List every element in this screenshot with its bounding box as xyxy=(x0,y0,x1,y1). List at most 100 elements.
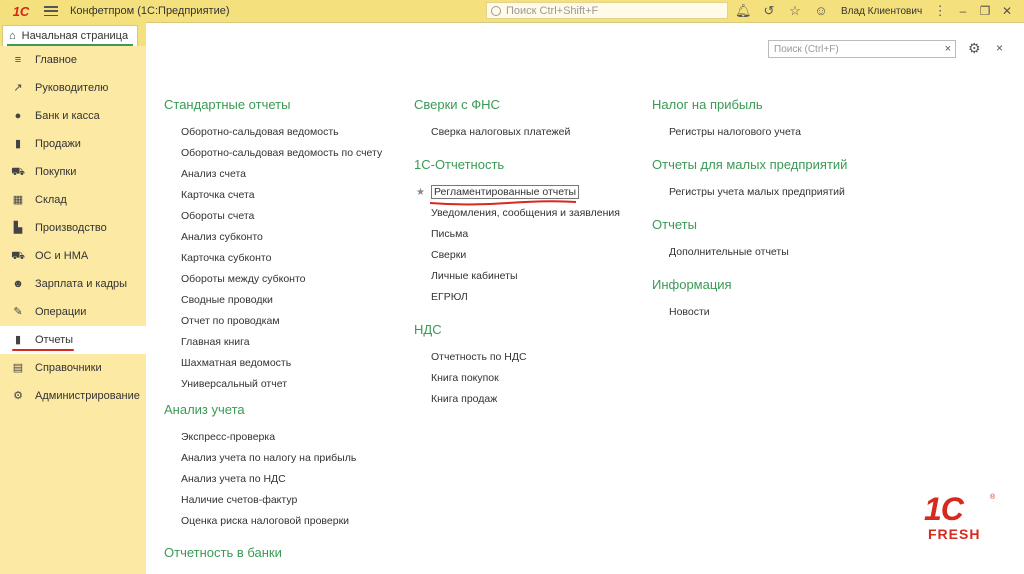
column-tax: Налог на прибыль Регистры налогового уче… xyxy=(652,96,847,323)
sidebar-item-admin[interactable]: ⚙ Администрирование xyxy=(0,382,146,410)
report-link[interactable]: Главная книга xyxy=(164,332,382,353)
sidebar-item-label: Зарплата и кадры xyxy=(35,278,128,290)
app-title: Конфетпром (1С:Предприятие) xyxy=(70,5,230,17)
title-bar: 1С Конфетпром (1С:Предприятие) Поиск Ctr… xyxy=(0,0,1024,22)
truck-icon: ⛟ xyxy=(11,250,25,262)
menu-icon[interactable] xyxy=(44,6,58,16)
tab-home-label: Начальная страница xyxy=(21,30,129,42)
sidebar-item-label: Отчеты xyxy=(35,334,74,346)
sidebar-item-label: Операции xyxy=(35,306,87,318)
pencil-icon: ✎ xyxy=(13,306,23,318)
history-icon[interactable]: ↺ xyxy=(761,3,777,19)
report-link[interactable]: Шахматная ведомость xyxy=(164,353,382,374)
report-link-regulated[interactable]: ★ Регламентированные отчеты xyxy=(414,182,620,206)
sidebar: ≡ Главное ↗ Руководителю ● Банк и касса ▮ Пр… xyxy=(0,46,146,574)
report-link[interactable]: Карточка счета xyxy=(164,185,382,206)
sidebar-item-label: ОС и НМА xyxy=(35,250,89,262)
user-name[interactable]: Влад Клиентович xyxy=(841,6,922,17)
home-icon: ⌂ xyxy=(9,30,16,42)
factory-icon: ▙ xyxy=(13,222,23,234)
report-link[interactable]: Наличие счетов-фактур xyxy=(164,490,382,511)
sidebar-item-main[interactable]: ≡ Главное xyxy=(0,46,146,74)
report-link[interactable]: Отчет по проводкам xyxy=(164,311,382,332)
section-title-small: Отчеты для малых предприятий xyxy=(652,157,848,172)
report-link[interactable]: Уведомления, сообщения и заявления xyxy=(414,203,620,224)
sidebar-item-label: Склад xyxy=(35,194,67,206)
coin-icon: ● xyxy=(14,110,22,122)
close-panel-icon[interactable]: × xyxy=(996,41,1003,55)
section-title-banks: Отчетность в банки xyxy=(164,545,282,560)
sidebar-item-purchases[interactable]: ⛟ Покупки xyxy=(0,158,146,186)
report-link[interactable]: Анализ счета xyxy=(164,164,382,185)
report-link[interactable]: Регистры налогового учета xyxy=(652,122,847,143)
section-title-profit: Налог на прибыль xyxy=(652,97,763,112)
report-link[interactable]: Анализ субконто xyxy=(164,227,382,248)
report-link[interactable]: Книга покупок xyxy=(414,368,620,389)
report-link[interactable]: Оценка риска налоговой проверки xyxy=(164,511,382,532)
trend-icon: ↗ xyxy=(13,82,23,94)
report-link[interactable]: Карточка субконто xyxy=(164,248,382,269)
sidebar-item-assets[interactable]: ⛟ ОС и НМА xyxy=(0,242,146,270)
gear-icon: ⚙ xyxy=(13,390,23,402)
red-underline-marker xyxy=(12,349,74,351)
report-link[interactable]: Сверка налоговых платежей xyxy=(414,122,620,143)
user-icon[interactable]: ☺ xyxy=(813,3,829,19)
report-link[interactable]: Анализ учета по налогу на прибыль xyxy=(164,448,382,469)
report-link[interactable]: Книга продаж xyxy=(414,389,620,410)
panel-search-input[interactable]: Поиск (Ctrl+F) × xyxy=(768,40,956,58)
global-search-input[interactable]: Поиск Ctrl+Shift+F xyxy=(486,2,728,19)
section-title-reports: Отчеты xyxy=(652,217,697,232)
tab-home[interactable]: ⌂ Начальная страница xyxy=(2,25,138,46)
bell-icon[interactable]: 🔔︎ xyxy=(735,3,752,19)
report-link-label: Регламентированные отчеты xyxy=(431,185,580,199)
sidebar-item-label: Справочники xyxy=(35,362,102,374)
books-icon: ▤ xyxy=(12,362,24,374)
report-link[interactable]: Оборотно-сальдовая ведомость по счету xyxy=(164,143,382,164)
settings-gear-icon[interactable]: ⚙ xyxy=(968,40,981,57)
report-link[interactable]: Отчетность по НДС xyxy=(414,347,620,368)
sidebar-item-warehouse[interactable]: ▦ Склад xyxy=(0,186,146,214)
report-link[interactable]: Анализ учета по НДС xyxy=(164,469,382,490)
sidebar-item-reports[interactable]: ▮ Отчеты xyxy=(0,326,146,354)
fresh-logo-mark: 1С xyxy=(924,491,964,527)
sidebar-item-label: Продажи xyxy=(35,138,81,150)
sidebar-item-salary[interactable]: ☻ Зарплата и кадры xyxy=(0,270,146,298)
report-link[interactable]: Личные кабинеты xyxy=(414,266,620,287)
column-reporting: Сверки с ФНС Сверка налоговых платежей 1… xyxy=(414,96,620,410)
report-link[interactable]: Экспресс-проверка xyxy=(164,427,382,448)
bag-icon: ▮ xyxy=(14,138,22,150)
section-title-standard: Стандартные отчеты xyxy=(164,97,291,112)
report-link[interactable]: Обороты между субконто xyxy=(164,269,382,290)
close-window-icon[interactable]: ✕ xyxy=(996,3,1018,19)
more-icon[interactable]: ⋮ xyxy=(932,3,948,19)
star-icon[interactable]: ☆ xyxy=(787,3,803,19)
section-title-1c-reporting: 1С-Отчетность xyxy=(414,157,505,172)
report-link[interactable]: Письма xyxy=(414,224,620,245)
app-logo: 1С xyxy=(12,3,30,19)
sidebar-item-bank[interactable]: ● Банк и касса xyxy=(0,102,146,130)
report-link[interactable]: Регистры учета малых предприятий xyxy=(652,182,847,203)
report-link[interactable]: Обороты счета xyxy=(164,206,382,227)
minimize-icon[interactable]: – xyxy=(952,3,974,19)
sidebar-item-production[interactable]: ▙ Производство xyxy=(0,214,146,242)
restore-icon[interactable]: ❐ xyxy=(974,3,996,19)
sidebar-item-operations[interactable]: ✎ Операции xyxy=(0,298,146,326)
sidebar-item-manager[interactable]: ↗ Руководителю xyxy=(0,74,146,102)
clear-icon[interactable]: × xyxy=(945,43,951,55)
column-standard: Стандартные отчеты Оборотно-сальдовая ве… xyxy=(164,96,382,570)
sidebar-item-sales[interactable]: ▮ Продажи xyxy=(0,130,146,158)
report-link[interactable]: Оборотно-сальдовая ведомость xyxy=(164,122,382,143)
report-link[interactable]: ЕГРЮЛ xyxy=(414,287,620,308)
report-link[interactable]: Сводные проводки xyxy=(164,290,382,311)
reports-panel: Поиск (Ctrl+F) × ⚙ × Стандартные отчеты … xyxy=(146,40,1024,574)
report-link[interactable]: Новости xyxy=(652,302,847,323)
favorite-star-icon[interactable]: ★ xyxy=(416,182,425,203)
report-link[interactable]: Универсальный отчет xyxy=(164,374,382,395)
bar-chart-icon: ▮ xyxy=(14,334,22,346)
section-title-analysis: Анализ учета xyxy=(164,402,245,417)
report-link[interactable]: Дополнительные отчеты xyxy=(652,242,847,263)
sidebar-item-label: Банк и касса xyxy=(35,110,100,122)
panel-search-placeholder: Поиск (Ctrl+F) xyxy=(774,43,839,55)
report-link[interactable]: Сверки xyxy=(414,245,620,266)
sidebar-item-catalogs[interactable]: ▤ Справочники xyxy=(0,354,146,382)
